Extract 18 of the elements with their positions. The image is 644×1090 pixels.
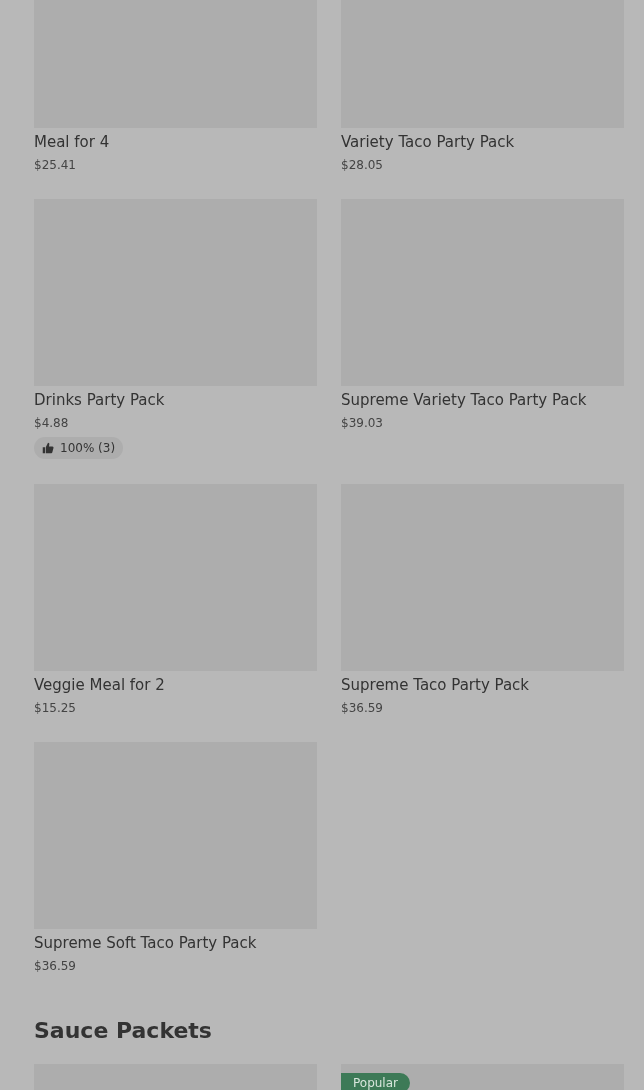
item-name: Veggie Meal for 2 [34,675,165,695]
popular-badge: Popular [341,1073,410,1090]
item-price: $36.59 [34,958,76,975]
item-name: Supreme Taco Party Pack [341,675,530,695]
item-name: Drinks Party Pack [34,390,165,410]
item-name: Supreme Variety Taco Party Pack [341,390,587,410]
item-price: $4.88 [34,415,69,432]
item-price: $36.59 [341,700,383,717]
item-price: $39.03 [341,415,383,432]
item-price: $25.41 [34,157,76,174]
item-price: $28.05 [341,157,383,174]
item-name: Meal for 4 [34,132,110,152]
rating-text: 100% (3) [60,441,116,455]
item-price: $15.25 [34,700,76,717]
section-heading: Sauce Packets [34,1017,213,1045]
item-name: Variety Taco Party Pack [341,132,515,152]
thumbs-up-icon [42,442,54,454]
item-name: Supreme Soft Taco Party Pack [34,933,257,953]
